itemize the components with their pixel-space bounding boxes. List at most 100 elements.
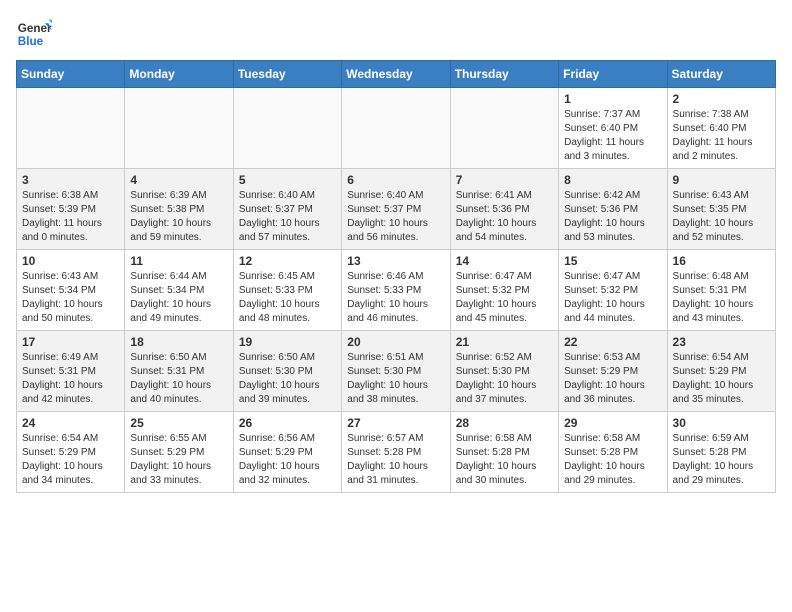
weekday-header: Thursday xyxy=(450,61,558,88)
day-number: 6 xyxy=(347,173,444,187)
calendar-cell: 22 Sunrise: 6:53 AM Sunset: 5:29 PM Dayli… xyxy=(559,331,667,412)
calendar-cell: 11 Sunrise: 6:44 AM Sunset: 5:34 PM Dayli… xyxy=(125,250,233,331)
day-info: Sunrise: 6:53 AM Sunset: 5:29 PM Dayligh… xyxy=(564,351,661,407)
calendar-cell: 28 Sunrise: 6:58 AM Sunset: 5:28 PM Dayli… xyxy=(450,412,558,493)
calendar-cell: 15 Sunrise: 6:47 AM Sunset: 5:32 PM Dayli… xyxy=(559,250,667,331)
calendar-week-row: 10 Sunrise: 6:43 AM Sunset: 5:34 PM Dayli… xyxy=(17,250,776,331)
day-info: Sunrise: 6:39 AM Sunset: 5:38 PM Dayligh… xyxy=(130,189,227,245)
day-info: Sunrise: 6:51 AM Sunset: 5:30 PM Dayligh… xyxy=(347,351,444,407)
calendar-cell xyxy=(450,88,558,169)
day-info: Sunrise: 6:42 AM Sunset: 5:36 PM Dayligh… xyxy=(564,189,661,245)
calendar-week-row: 17 Sunrise: 6:49 AM Sunset: 5:31 PM Dayli… xyxy=(17,331,776,412)
day-number: 29 xyxy=(564,416,661,430)
day-number: 30 xyxy=(673,416,770,430)
calendar-week-row: 3 Sunrise: 6:38 AM Sunset: 5:39 PM Daylig… xyxy=(17,169,776,250)
day-info: Sunrise: 6:49 AM Sunset: 5:31 PM Dayligh… xyxy=(22,351,119,407)
calendar-cell: 5 Sunrise: 6:40 AM Sunset: 5:37 PM Daylig… xyxy=(233,169,341,250)
day-info: Sunrise: 6:48 AM Sunset: 5:31 PM Dayligh… xyxy=(673,270,770,326)
logo: General Blue xyxy=(16,16,58,52)
day-number: 1 xyxy=(564,92,661,106)
day-info: Sunrise: 6:57 AM Sunset: 5:28 PM Dayligh… xyxy=(347,432,444,488)
day-number: 4 xyxy=(130,173,227,187)
day-info: Sunrise: 6:44 AM Sunset: 5:34 PM Dayligh… xyxy=(130,270,227,326)
day-number: 5 xyxy=(239,173,336,187)
calendar-cell: 12 Sunrise: 6:45 AM Sunset: 5:33 PM Dayli… xyxy=(233,250,341,331)
calendar-cell: 9 Sunrise: 6:43 AM Sunset: 5:35 PM Daylig… xyxy=(667,169,775,250)
calendar-cell: 19 Sunrise: 6:50 AM Sunset: 5:30 PM Dayli… xyxy=(233,331,341,412)
day-number: 8 xyxy=(564,173,661,187)
day-number: 20 xyxy=(347,335,444,349)
day-number: 21 xyxy=(456,335,553,349)
day-info: Sunrise: 6:58 AM Sunset: 5:28 PM Dayligh… xyxy=(564,432,661,488)
day-info: Sunrise: 6:45 AM Sunset: 5:33 PM Dayligh… xyxy=(239,270,336,326)
day-info: Sunrise: 6:54 AM Sunset: 5:29 PM Dayligh… xyxy=(673,351,770,407)
day-number: 17 xyxy=(22,335,119,349)
day-number: 23 xyxy=(673,335,770,349)
day-number: 19 xyxy=(239,335,336,349)
day-info: Sunrise: 6:56 AM Sunset: 5:29 PM Dayligh… xyxy=(239,432,336,488)
day-info: Sunrise: 7:37 AM Sunset: 6:40 PM Dayligh… xyxy=(564,108,661,164)
calendar-cell: 1 Sunrise: 7:37 AM Sunset: 6:40 PM Daylig… xyxy=(559,88,667,169)
day-number: 16 xyxy=(673,254,770,268)
day-number: 28 xyxy=(456,416,553,430)
weekday-header: Sunday xyxy=(17,61,125,88)
day-info: Sunrise: 6:59 AM Sunset: 5:28 PM Dayligh… xyxy=(673,432,770,488)
calendar-cell: 27 Sunrise: 6:57 AM Sunset: 5:28 PM Dayli… xyxy=(342,412,450,493)
day-number: 10 xyxy=(22,254,119,268)
day-number: 11 xyxy=(130,254,227,268)
calendar-cell: 26 Sunrise: 6:56 AM Sunset: 5:29 PM Dayli… xyxy=(233,412,341,493)
day-number: 2 xyxy=(673,92,770,106)
weekday-header: Wednesday xyxy=(342,61,450,88)
weekday-header: Friday xyxy=(559,61,667,88)
day-info: Sunrise: 6:55 AM Sunset: 5:29 PM Dayligh… xyxy=(130,432,227,488)
calendar-cell: 24Sunrise: 6:54 AM Sunset: 5:29 PM Dayli… xyxy=(17,412,125,493)
calendar-cell: 2 Sunrise: 7:38 AM Sunset: 6:40 PM Daylig… xyxy=(667,88,775,169)
day-number: 24 xyxy=(22,416,119,430)
calendar-cell: 20 Sunrise: 6:51 AM Sunset: 5:30 PM Dayli… xyxy=(342,331,450,412)
weekday-header: Monday xyxy=(125,61,233,88)
day-number: 27 xyxy=(347,416,444,430)
day-number: 9 xyxy=(673,173,770,187)
day-info: Sunrise: 6:50 AM Sunset: 5:30 PM Dayligh… xyxy=(239,351,336,407)
calendar-week-row: 24Sunrise: 6:54 AM Sunset: 5:29 PM Dayli… xyxy=(17,412,776,493)
calendar-cell: 18Sunrise: 6:50 AM Sunset: 5:31 PM Dayli… xyxy=(125,331,233,412)
weekday-header: Tuesday xyxy=(233,61,341,88)
day-info: Sunrise: 6:43 AM Sunset: 5:35 PM Dayligh… xyxy=(673,189,770,245)
page-header: General Blue xyxy=(16,16,776,52)
calendar-cell: 25Sunrise: 6:55 AM Sunset: 5:29 PM Dayli… xyxy=(125,412,233,493)
calendar-header-row: SundayMondayTuesdayWednesdayThursdayFrid… xyxy=(17,61,776,88)
day-info: Sunrise: 6:40 AM Sunset: 5:37 PM Dayligh… xyxy=(239,189,336,245)
svg-text:Blue: Blue xyxy=(18,35,44,48)
calendar-cell: 13Sunrise: 6:46 AM Sunset: 5:33 PM Dayli… xyxy=(342,250,450,331)
calendar-cell: 17 Sunrise: 6:49 AM Sunset: 5:31 PM Dayli… xyxy=(17,331,125,412)
day-info: Sunrise: 6:40 AM Sunset: 5:37 PM Dayligh… xyxy=(347,189,444,245)
day-info: Sunrise: 6:41 AM Sunset: 5:36 PM Dayligh… xyxy=(456,189,553,245)
calendar-cell: 16 Sunrise: 6:48 AM Sunset: 5:31 PM Dayli… xyxy=(667,250,775,331)
day-number: 22 xyxy=(564,335,661,349)
calendar-cell: 6 Sunrise: 6:40 AM Sunset: 5:37 PM Daylig… xyxy=(342,169,450,250)
day-info: Sunrise: 6:38 AM Sunset: 5:39 PM Dayligh… xyxy=(22,189,119,245)
calendar-cell: 14Sunrise: 6:47 AM Sunset: 5:32 PM Dayli… xyxy=(450,250,558,331)
calendar-cell xyxy=(233,88,341,169)
day-info: Sunrise: 6:58 AM Sunset: 5:28 PM Dayligh… xyxy=(456,432,553,488)
day-info: Sunrise: 6:52 AM Sunset: 5:30 PM Dayligh… xyxy=(456,351,553,407)
day-number: 26 xyxy=(239,416,336,430)
day-info: Sunrise: 6:47 AM Sunset: 5:32 PM Dayligh… xyxy=(564,270,661,326)
calendar-table: SundayMondayTuesdayWednesdayThursdayFrid… xyxy=(16,60,776,493)
day-number: 14 xyxy=(456,254,553,268)
day-info: Sunrise: 6:43 AM Sunset: 5:34 PM Dayligh… xyxy=(22,270,119,326)
day-number: 13 xyxy=(347,254,444,268)
day-info: Sunrise: 6:50 AM Sunset: 5:31 PM Dayligh… xyxy=(130,351,227,407)
day-number: 15 xyxy=(564,254,661,268)
calendar-cell: 21 Sunrise: 6:52 AM Sunset: 5:30 PM Dayli… xyxy=(450,331,558,412)
calendar-week-row: 1 Sunrise: 7:37 AM Sunset: 6:40 PM Daylig… xyxy=(17,88,776,169)
weekday-header: Saturday xyxy=(667,61,775,88)
day-number: 12 xyxy=(239,254,336,268)
day-info: Sunrise: 7:38 AM Sunset: 6:40 PM Dayligh… xyxy=(673,108,770,164)
day-number: 3 xyxy=(22,173,119,187)
calendar-cell: 23 Sunrise: 6:54 AM Sunset: 5:29 PM Dayli… xyxy=(667,331,775,412)
calendar-cell xyxy=(125,88,233,169)
calendar-cell: 7Sunrise: 6:41 AM Sunset: 5:36 PM Daylig… xyxy=(450,169,558,250)
calendar-cell: 29 Sunrise: 6:58 AM Sunset: 5:28 PM Dayli… xyxy=(559,412,667,493)
calendar-cell: 10 Sunrise: 6:43 AM Sunset: 5:34 PM Dayli… xyxy=(17,250,125,331)
